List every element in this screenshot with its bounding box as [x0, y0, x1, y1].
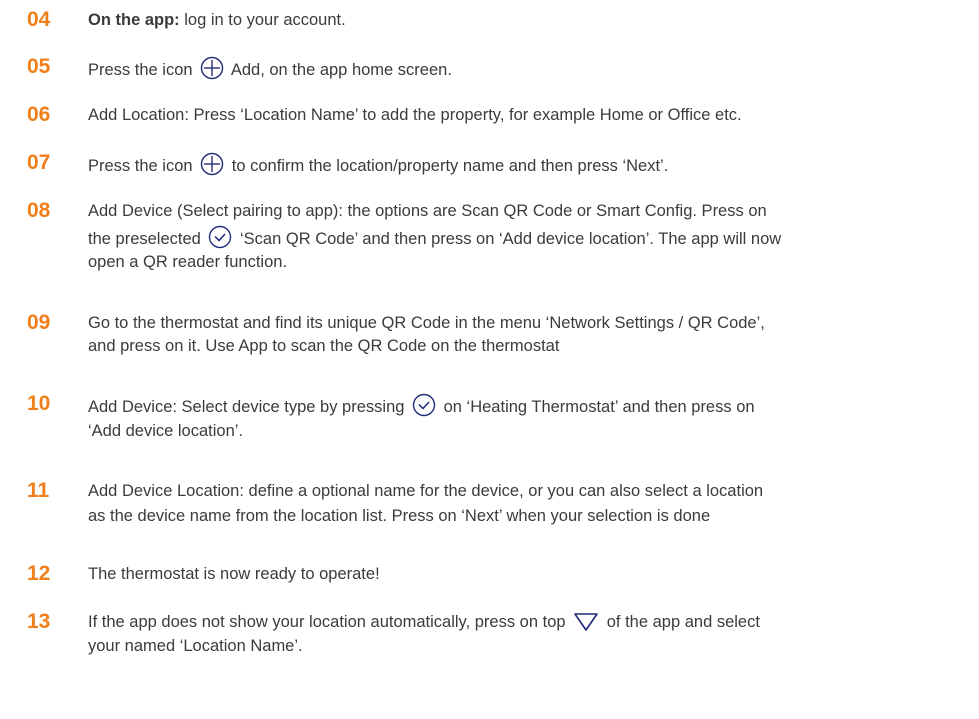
- circle-plus-icon: [200, 56, 224, 80]
- step-text-part: Press the icon: [88, 61, 193, 79]
- step-line: as the device name from the location lis…: [88, 506, 711, 525]
- step-number: 07: [27, 151, 51, 174]
- step-text: If the app does not show your location a…: [88, 611, 968, 657]
- step-line: Add Device: Select device type by pressi…: [88, 393, 968, 419]
- step-text: The thermostat is now ready to operate!: [88, 563, 968, 586]
- step-number: 10: [27, 392, 51, 415]
- triangle-down-icon: [573, 612, 599, 632]
- step-line: Add Device Location: define a optional n…: [88, 482, 764, 500]
- step-line: log in to your account.: [179, 11, 346, 29]
- circle-plus-icon: [200, 152, 224, 176]
- step-text-part: of the app and select: [606, 613, 760, 631]
- step-text: Add Device: Select device type by pressi…: [88, 393, 968, 442]
- step-line: The thermostat is now ready to operate!: [88, 565, 380, 583]
- step-line: Add Location: Press ‘Location Name’ to a…: [88, 106, 742, 124]
- step-number: 11: [27, 479, 50, 502]
- step-text: Press the icon to confirm the location/p…: [88, 152, 968, 178]
- step-number: 08: [27, 199, 51, 222]
- step-line: Add Device (Select pairing to app): the …: [88, 202, 767, 220]
- step-text: Press the icon Add, on the app home scre…: [88, 56, 968, 82]
- step-number: 06: [27, 103, 51, 126]
- step-line: Go to the thermostat and find its unique…: [88, 314, 765, 332]
- step-emphasis: On the app:: [88, 11, 180, 29]
- step-line: If the app does not show your location a…: [88, 611, 968, 634]
- step-text: Go to the thermostat and find its unique…: [88, 312, 968, 357]
- step-line: ‘Add device location’.: [88, 421, 244, 440]
- step-line: open a QR reader function.: [88, 253, 288, 271]
- circle-check-icon: [412, 393, 436, 417]
- circle-check-icon: [208, 225, 232, 249]
- step-text: Add Device Location: define a optional n…: [88, 480, 968, 527]
- step-text-part: to confirm the location/property name an…: [231, 157, 669, 175]
- step-line: the preselected ‘Scan QR Code’ and then …: [88, 225, 968, 251]
- step-line: your named ‘Location Name’.: [88, 636, 303, 655]
- step-text: Add Device (Select pairing to app): the …: [88, 200, 968, 274]
- step-text: Add Location: Press ‘Location Name’ to a…: [88, 104, 968, 127]
- step-number: 09: [27, 311, 51, 334]
- step-number: 04: [27, 8, 51, 31]
- step-text-part: Add, on the app home screen.: [230, 61, 452, 79]
- step-text: On the app: log in to your account.: [88, 9, 968, 32]
- step-text-part: on ‘Heating Thermostat’ and then press o…: [443, 398, 755, 416]
- step-text-part: Press the icon: [88, 157, 193, 175]
- step-text-part: ‘Scan QR Code’ and then press on ‘Add de…: [240, 229, 782, 248]
- step-text-part: If the app does not show your location a…: [88, 613, 566, 631]
- step-number: 13: [27, 610, 51, 633]
- step-text-part: Add Device: Select device type by pressi…: [88, 398, 405, 416]
- step-text-part: the preselected: [88, 229, 201, 248]
- step-number: 12: [27, 562, 51, 585]
- step-number: 05: [27, 55, 51, 78]
- step-line: and press on it. Use App to scan the QR …: [88, 336, 560, 355]
